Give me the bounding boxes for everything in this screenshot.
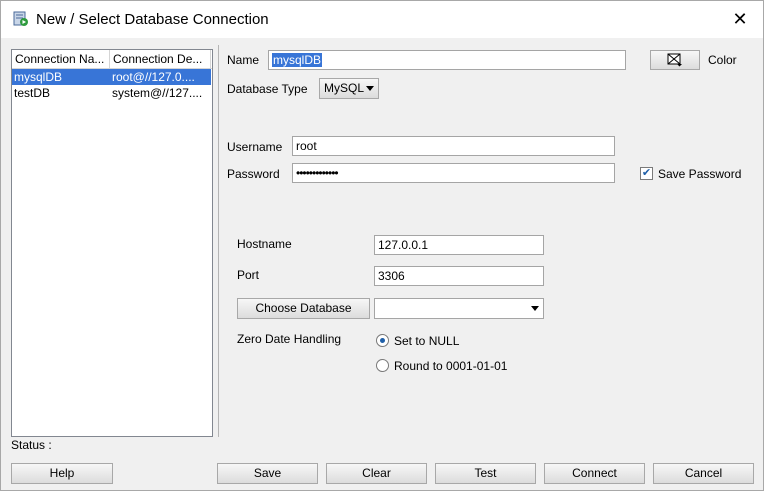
database-type-select[interactable]: MySQL: [319, 78, 379, 99]
row-name: mysqlDB: [12, 69, 110, 85]
chevron-down-icon: [366, 86, 374, 91]
window-title: New / Select Database Connection: [36, 11, 269, 28]
hostname-field[interactable]: 127.0.0.1: [374, 235, 544, 255]
row-name: testDB: [14, 86, 51, 100]
list-header: Connection Na... Connection De...: [12, 50, 212, 69]
color-label: Color: [708, 53, 737, 67]
set-null-label[interactable]: Set to NULL: [394, 334, 459, 348]
column-header-details[interactable]: Connection De...: [110, 50, 211, 68]
round-date-label[interactable]: Round to 0001-01-01: [394, 359, 507, 373]
connection-dialog: New / Select Database Connection ✕ Conne…: [0, 0, 764, 491]
port-field[interactable]: 3306: [374, 266, 544, 286]
save-password-checkbox[interactable]: ✔: [640, 167, 653, 180]
help-button[interactable]: Help: [11, 463, 113, 484]
name-field[interactable]: mysqlDB: [268, 50, 626, 70]
database-icon: [13, 11, 29, 27]
color-swatch-icon: [667, 53, 682, 67]
chevron-down-icon: [531, 306, 539, 311]
close-icon[interactable]: ✕: [717, 1, 763, 38]
name-label: Name: [227, 53, 260, 67]
row-details: root@//127.0....: [110, 69, 211, 85]
connect-button[interactable]: Connect: [544, 463, 645, 484]
password-label: Password: [227, 167, 280, 181]
database-type-value: MySQL: [324, 81, 365, 95]
list-row[interactable]: mysqlDB root@//127.0....: [12, 69, 212, 85]
list-row[interactable]: testDB system@//127....: [12, 85, 212, 101]
hostname-label: Hostname: [237, 237, 292, 251]
color-button[interactable]: [650, 50, 700, 70]
save-password-label[interactable]: Save Password: [658, 167, 741, 181]
zero-date-label: Zero Date Handling: [237, 332, 342, 346]
test-button[interactable]: Test: [435, 463, 536, 484]
connection-list[interactable]: Connection Na... Connection De... mysqlD…: [11, 49, 213, 437]
name-value: mysqlDB: [272, 53, 323, 67]
title-bar: New / Select Database Connection ✕: [1, 1, 763, 38]
set-null-radio[interactable]: [376, 334, 389, 347]
cancel-button[interactable]: Cancel: [653, 463, 754, 484]
port-label: Port: [237, 268, 260, 282]
database-type-label: Database Type: [227, 82, 308, 96]
status-label: Status :: [11, 438, 52, 452]
row-details: system@//127....: [112, 86, 203, 100]
username-field[interactable]: root: [292, 136, 615, 156]
database-select[interactable]: [374, 298, 544, 319]
choose-database-button[interactable]: Choose Database: [237, 298, 370, 319]
password-field[interactable]: •••••••••••••: [292, 163, 615, 183]
save-button[interactable]: Save: [217, 463, 318, 484]
clear-button[interactable]: Clear: [326, 463, 427, 484]
round-date-radio[interactable]: [376, 359, 389, 372]
username-label: Username: [227, 140, 283, 154]
column-header-name[interactable]: Connection Na...: [12, 50, 110, 68]
panel-divider[interactable]: [218, 45, 219, 437]
